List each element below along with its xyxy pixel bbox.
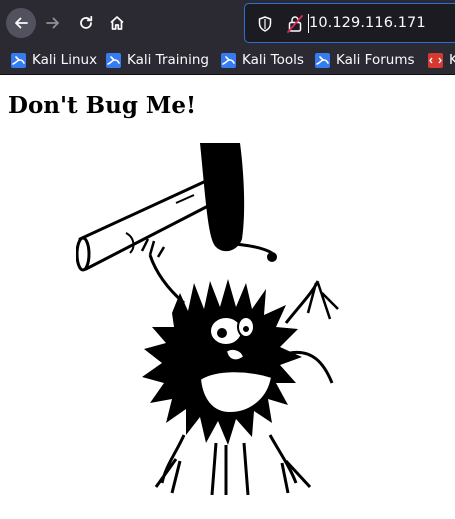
url-text[interactable]: 10.129.116.171: [309, 15, 426, 31]
home-icon: [109, 15, 125, 31]
forward-button[interactable]: [38, 8, 68, 38]
browser-toolbar: 10.129.116.171: [0, 0, 455, 46]
kali-dragon-icon: [315, 53, 330, 68]
bookmarks-bar: Kali Linux Kali Training Kali Tools Kali…: [0, 46, 455, 75]
back-button[interactable]: [6, 8, 36, 38]
bookmark-label: Kali Tools: [242, 51, 304, 69]
bug-illustration: [76, 143, 348, 495]
bookmark-label: Kali Linux: [32, 51, 97, 69]
black-handle: [200, 143, 244, 251]
home-button[interactable]: [102, 8, 132, 38]
rolled-paper: [77, 181, 210, 270]
reload-button[interactable]: [71, 8, 101, 38]
kali-dragon-icon: [221, 53, 236, 68]
bookmark-label: Kali Training: [127, 51, 209, 69]
insecure-lock-icon[interactable]: [287, 15, 303, 33]
page-title: Don't Bug Me!: [8, 92, 196, 119]
arrow-right-icon: [45, 15, 61, 31]
kali-dragon-icon: [106, 53, 121, 68]
reload-icon: [78, 15, 94, 31]
kali-dragon-icon: [11, 53, 26, 68]
bookmark-label: Kali Forums: [336, 51, 415, 69]
url-bar[interactable]: 10.129.116.171: [244, 3, 455, 43]
bookmark-label: K: [449, 51, 455, 69]
arrow-left-icon: [13, 15, 29, 31]
bug-body: [142, 279, 302, 445]
shield-icon[interactable]: [258, 16, 272, 32]
exploit-db-icon: [428, 53, 443, 68]
